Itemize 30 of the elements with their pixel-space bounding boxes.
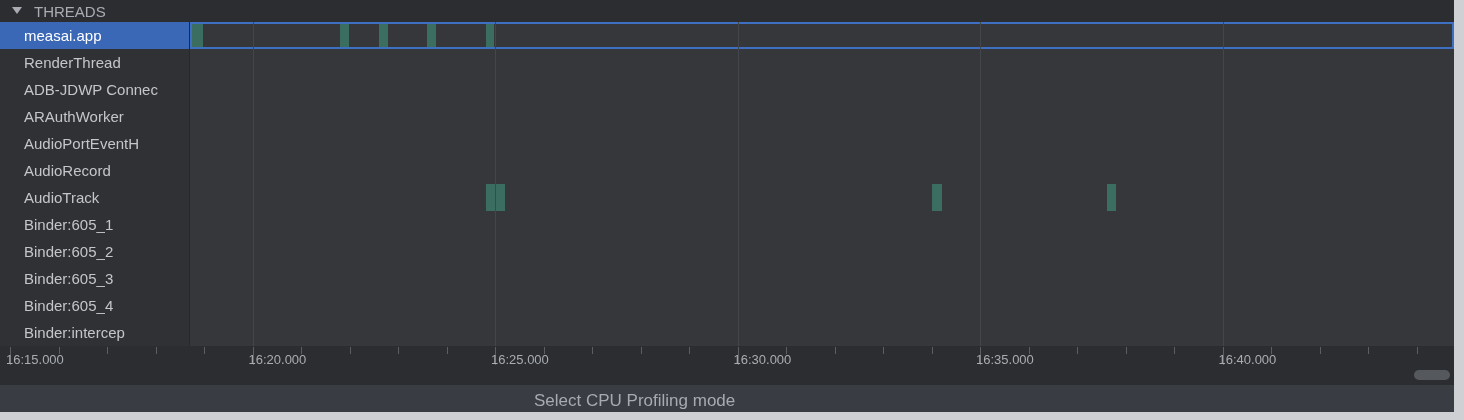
- activity-bar: [192, 24, 203, 47]
- thread-name[interactable]: ARAuthWorker: [0, 103, 190, 130]
- thread-name[interactable]: Binder:605_3: [0, 265, 190, 292]
- collapse-caret-icon[interactable]: [12, 7, 22, 15]
- time-label: 16:25.000: [491, 352, 549, 367]
- thread-name[interactable]: ADB-JDWP Connec: [0, 76, 190, 103]
- thread-name[interactable]: measai.app: [0, 22, 190, 49]
- thread-name[interactable]: Binder:605_2: [0, 238, 190, 265]
- scrollbar-thumb[interactable]: [1414, 370, 1450, 380]
- time-label: 16:30.000: [733, 352, 792, 367]
- time-label: 16:20.000: [248, 352, 307, 367]
- thread-name[interactable]: AudioTrack: [0, 184, 190, 211]
- activity-bar: [486, 184, 505, 211]
- thread-name[interactable]: Binder:605_4: [0, 292, 190, 319]
- thread-name[interactable]: RenderThread: [0, 49, 190, 76]
- activity-bar: [932, 184, 942, 211]
- time-label: 16:35.000: [976, 352, 1034, 367]
- activity-bar: [427, 24, 436, 47]
- time-label: 16:40.000: [1218, 352, 1277, 367]
- activity-bar: [1107, 184, 1116, 211]
- thread-name[interactable]: AudioPortEventH: [0, 130, 190, 157]
- time-label: 16:15.000: [6, 352, 64, 367]
- thread-name[interactable]: Binder:605_1: [0, 211, 190, 238]
- activity-bar: [340, 24, 349, 47]
- activity-bar: [486, 24, 494, 47]
- thread-name[interactable]: Binder:intercep: [0, 319, 190, 346]
- section-title: THREADS: [34, 2, 106, 20]
- activity-bar: [379, 24, 388, 47]
- thread-name[interactable]: AudioRecord: [0, 157, 190, 184]
- status-text: Select CPU Profiling mode: [534, 390, 736, 411]
